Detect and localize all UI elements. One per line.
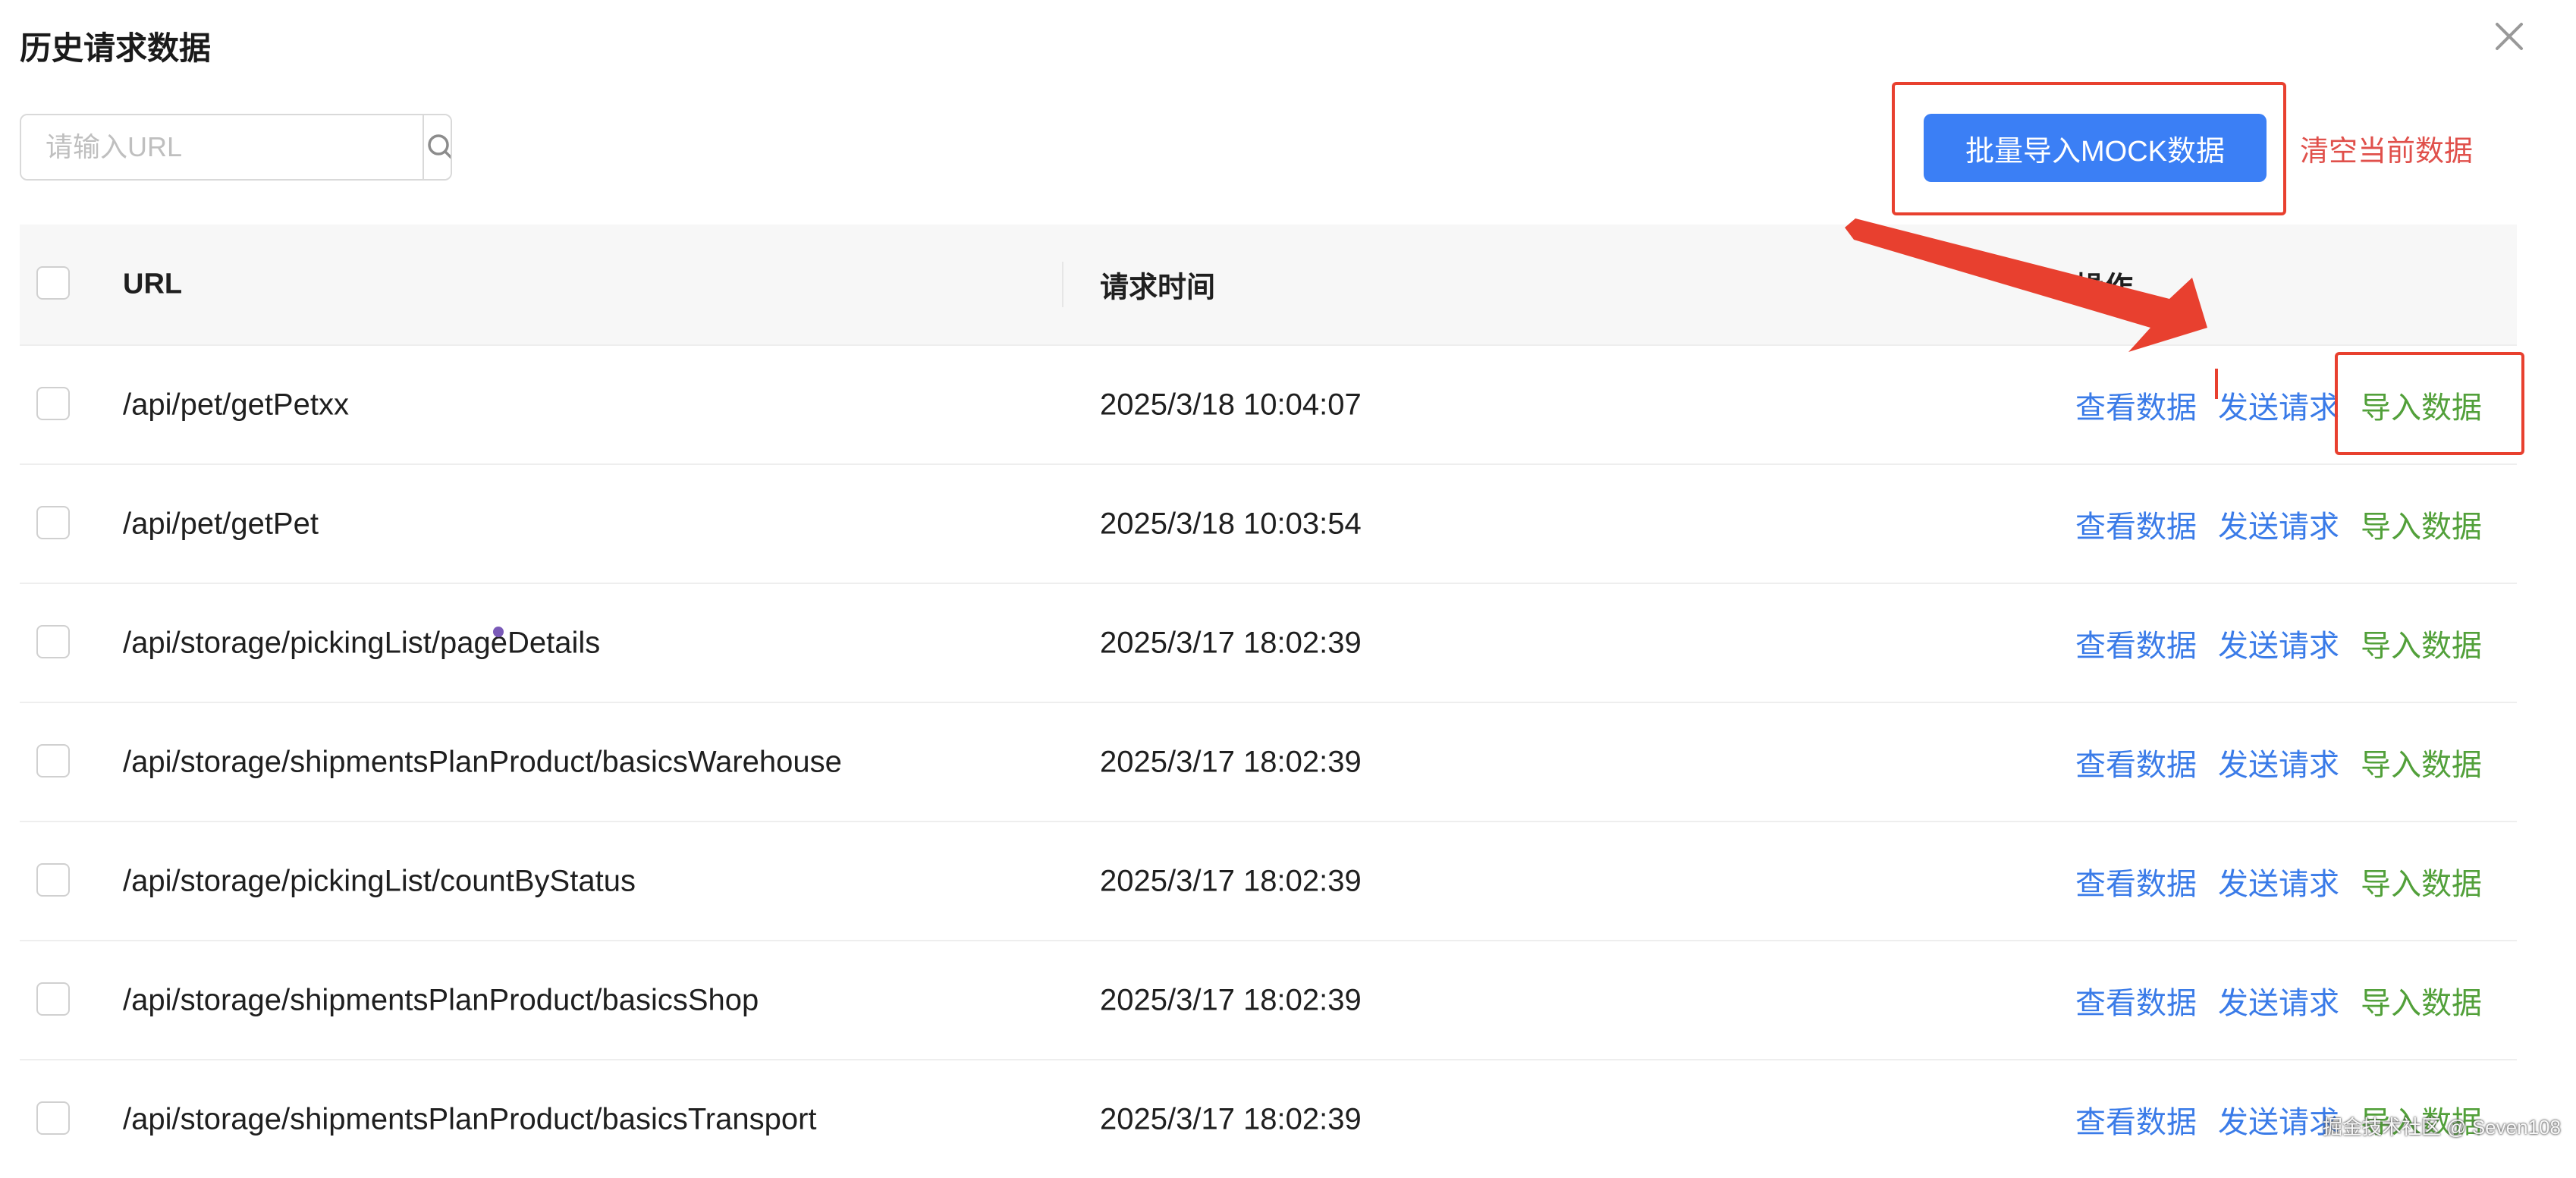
table-row: /api/storage/shipmentsPlanProduct/basics… <box>20 703 2517 822</box>
view-data-link[interactable]: 查看数据 <box>2075 740 2197 784</box>
cell-url: /api/storage/shipmentsPlanProduct/basics… <box>123 745 842 778</box>
cell-time: 2025/3/17 18:02:39 <box>1100 1102 1362 1136</box>
cell-time: 2025/3/18 10:03:54 <box>1100 507 1362 540</box>
import-data-link[interactable]: 导入数据 <box>2361 859 2482 903</box>
send-request-link[interactable]: 发送请求 <box>2218 859 2339 903</box>
header-url: URL <box>123 268 183 300</box>
view-data-link[interactable]: 查看数据 <box>2075 502 2197 546</box>
cell-url: /api/storage/shipmentsPlanProduct/basics… <box>123 983 759 1016</box>
table-row: /api/storage/pickingList/pageDetails 202… <box>20 584 2517 703</box>
cell-url: /api/pet/getPetxx <box>123 388 349 421</box>
import-data-link[interactable]: 导入数据 <box>2361 740 2482 784</box>
view-data-link[interactable]: 查看数据 <box>2075 979 2197 1023</box>
row-checkbox[interactable] <box>36 1101 70 1135</box>
row-checkbox[interactable] <box>36 743 70 777</box>
header-time: 请求时间 <box>1100 272 1216 304</box>
cursor-dot <box>493 627 504 637</box>
close-button[interactable] <box>2488 15 2530 58</box>
text-cursor-mark <box>2215 369 2218 399</box>
cell-url: /api/storage/pickingList/pageDetails <box>123 626 601 659</box>
import-data-link[interactable]: 导入数据 <box>2361 383 2482 427</box>
row-checkbox[interactable] <box>36 386 70 420</box>
select-all-checkbox[interactable] <box>36 266 70 300</box>
view-data-link[interactable]: 查看数据 <box>2075 859 2197 903</box>
batch-import-mock-button[interactable]: 批量导入MOCK数据 <box>1924 114 2267 182</box>
row-checkbox[interactable] <box>36 505 70 539</box>
view-data-link[interactable]: 查看数据 <box>2075 621 2197 665</box>
send-request-link[interactable]: 发送请求 <box>2218 979 2339 1023</box>
cell-time: 2025/3/18 10:04:07 <box>1100 388 1362 421</box>
row-checkbox[interactable] <box>36 982 70 1016</box>
column-divider <box>1062 262 1063 307</box>
table-row: /api/storage/pickingList/countByStatus 2… <box>20 822 2517 941</box>
view-data-link[interactable]: 查看数据 <box>2075 383 2197 427</box>
header-actions: 操作 <box>2075 272 2134 304</box>
watermark: 掘金技术社区 @ Seven108 <box>2323 1116 2561 1139</box>
send-request-link[interactable]: 发送请求 <box>2218 383 2339 427</box>
search-input[interactable] <box>21 115 423 179</box>
table-row: /api/storage/shipmentsPlanProduct/basics… <box>20 941 2517 1060</box>
search-button[interactable] <box>423 115 451 179</box>
history-table: URL 请求时间 操作 /api/pet/getPetxx 2025/3/18 … <box>20 225 2517 1178</box>
cell-url: /api/pet/getPet <box>123 507 319 540</box>
import-data-link[interactable]: 导入数据 <box>2361 621 2482 665</box>
dialog-title: 历史请求数据 <box>20 30 212 66</box>
cell-time: 2025/3/17 18:02:39 <box>1100 626 1362 659</box>
send-request-link[interactable]: 发送请求 <box>2218 740 2339 784</box>
cell-url: /api/storage/pickingList/countByStatus <box>123 864 636 897</box>
import-data-link[interactable]: 导入数据 <box>2361 979 2482 1023</box>
table-header: URL 请求时间 操作 <box>20 225 2517 346</box>
search-box <box>20 114 452 181</box>
row-checkbox[interactable] <box>36 624 70 658</box>
table-row: /api/storage/shipmentsPlanProduct/basics… <box>20 1060 2517 1178</box>
cell-time: 2025/3/17 18:02:39 <box>1100 864 1362 897</box>
cell-url: /api/storage/shipmentsPlanProduct/basics… <box>123 1102 817 1136</box>
clear-data-button[interactable]: 清空当前数据 <box>2300 127 2473 169</box>
table-row: /api/pet/getPet 2025/3/18 10:03:54 查看数据 … <box>20 465 2517 584</box>
import-data-link[interactable]: 导入数据 <box>2361 502 2482 546</box>
table-row: /api/pet/getPetxx 2025/3/18 10:04:07 查看数… <box>20 346 2517 465</box>
search-icon <box>428 134 451 159</box>
cell-time: 2025/3/17 18:02:39 <box>1100 983 1362 1016</box>
close-icon <box>2496 23 2523 50</box>
send-request-link[interactable]: 发送请求 <box>2218 502 2339 546</box>
send-request-link[interactable]: 发送请求 <box>2218 621 2339 665</box>
cell-time: 2025/3/17 18:02:39 <box>1100 745 1362 778</box>
view-data-link[interactable]: 查看数据 <box>2075 1098 2197 1142</box>
send-request-link[interactable]: 发送请求 <box>2218 1098 2339 1142</box>
row-checkbox[interactable] <box>36 862 70 897</box>
